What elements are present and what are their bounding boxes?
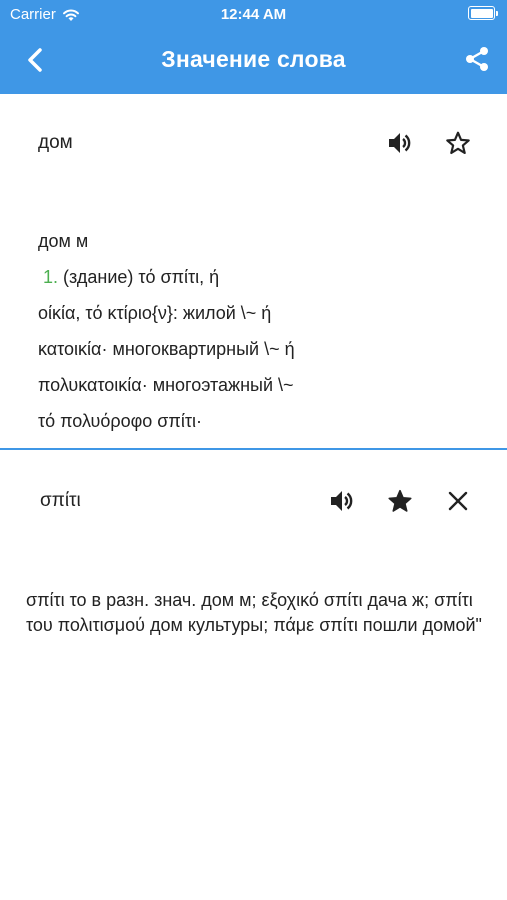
star-outline-icon [446,131,470,155]
definition-line: τό πολυόροφο σπίτι· [38,411,202,431]
star-filled-icon [388,489,412,512]
speaker-icon [389,133,411,153]
close-button[interactable] [443,486,473,516]
definition-line: πολυκατοικία· многоэтажный \~ [38,375,294,395]
sense-line: 1. (здание) τό σπίτι, ή [38,259,478,295]
page-title: Значение слова [161,46,346,72]
status-bar: Carrier 12:44 AM [0,0,507,28]
word-definition: дом м 1. (здание) τό σπίτι, ή οίκία, τό … [38,223,478,439]
definition-line: κατοικία· многоквартирный \~ ή [38,339,295,359]
battery-icon [468,6,498,20]
share-button[interactable] [463,45,491,73]
sense-number: 1. [43,267,59,287]
speaker-icon [331,491,353,511]
sense-text: (здание) τό σπίτι, ή [58,267,220,287]
play-sound-button[interactable] [326,486,356,516]
app-header: Carrier 12:44 AM Значение слова [0,0,507,94]
definition-line: οίκία, τό κτίριο{ν}: жилой \~ ή [38,303,272,323]
word-title: σπίτι [40,490,81,511]
definition-heading: дом м [38,231,89,251]
word-definition: σπίτι το в разн. знач. дом м; εξοχικό σπ… [26,590,482,635]
word-card: дом дом м 1. (здание) τό σπίτι, ή οίκία,… [0,94,507,450]
status-time: 12:44 AM [220,6,287,23]
share-icon [466,47,488,71]
navigation-bar: Значение слова [0,28,507,94]
word-title: дом [38,132,73,153]
favorite-button[interactable] [443,128,473,158]
word-card: σπίτι σπίτι το в разн. знач. дом м; εξοχ… [0,452,507,900]
favorite-button[interactable] [385,486,415,516]
play-sound-button[interactable] [384,128,414,158]
close-icon [448,491,468,511]
